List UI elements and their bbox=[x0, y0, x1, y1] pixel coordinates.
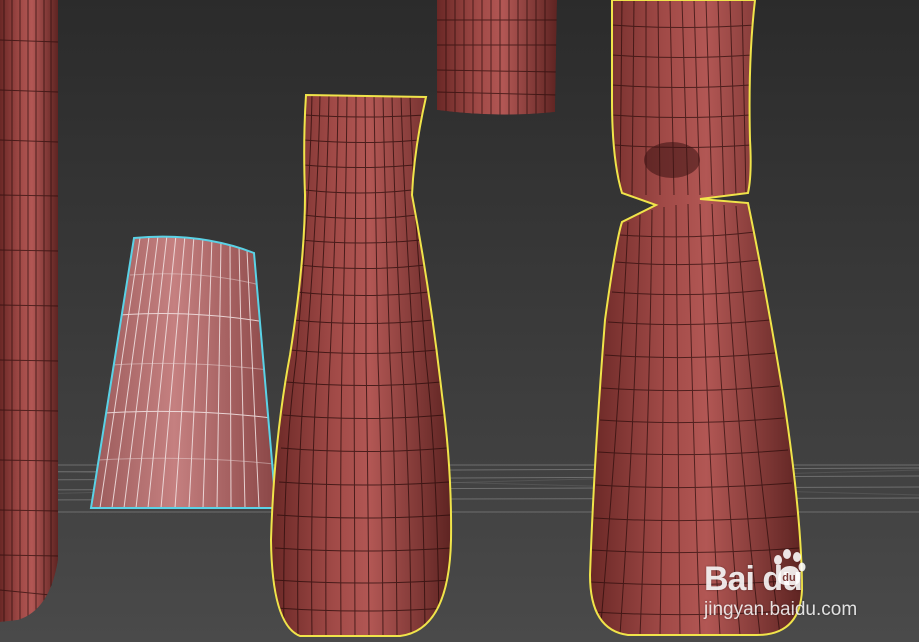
paw-icon: du bbox=[774, 549, 806, 586]
svg-text:du: du bbox=[782, 572, 795, 584]
baidu-watermark: Bai du du jingyan.baidu.com bbox=[700, 548, 857, 628]
3d-viewport[interactable]: Bai du du jingyan.baidu.com bbox=[0, 0, 919, 642]
viewport-scene[interactable] bbox=[0, 0, 919, 642]
hanging-block bbox=[437, 0, 557, 115]
watermark-domain: jingyan.baidu.com bbox=[704, 599, 858, 620]
tall-cylinder-left bbox=[0, 0, 58, 622]
